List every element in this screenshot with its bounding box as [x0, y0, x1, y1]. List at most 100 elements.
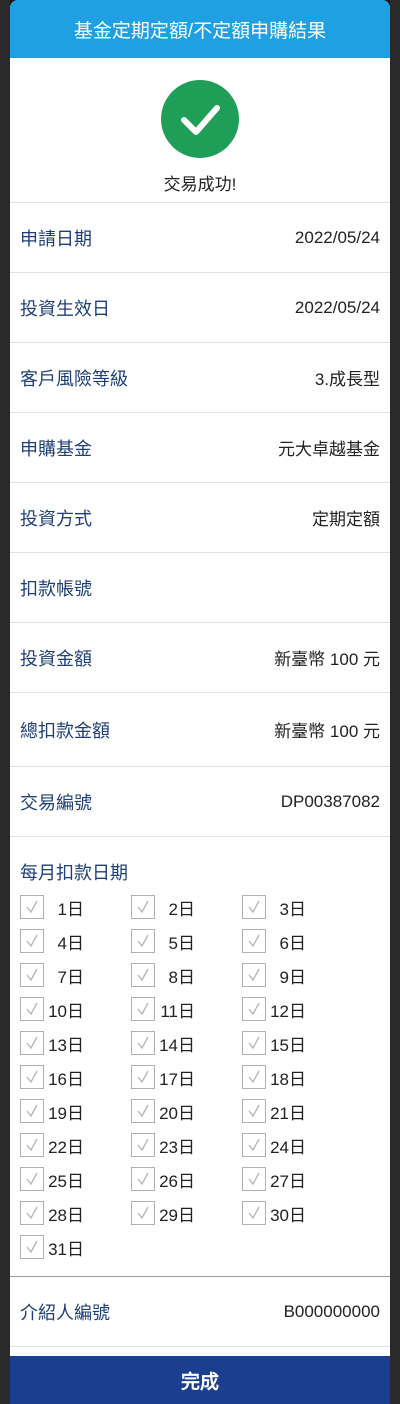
day-label: 22日: [48, 1137, 84, 1157]
detail-value: 2022/05/24: [294, 227, 380, 247]
deduction-days-section: 每月扣款日期 1日 2日 3日 4日 5日 6日 7日 8日 9日 10日 11日 12日 13日 14日…: [10, 837, 390, 1277]
day-checkbox-item: 22日: [20, 1133, 131, 1157]
day-label: 30日: [270, 1205, 306, 1225]
check-icon: [161, 80, 239, 158]
day-label: 31日: [48, 1239, 84, 1259]
checkbox-check-icon: [242, 1201, 266, 1225]
checkbox-check-icon: [242, 1167, 266, 1191]
detail-label: 申購基金: [20, 438, 92, 459]
day-label: 8日: [168, 967, 195, 987]
checkbox-check-icon: [20, 1235, 44, 1259]
detail-row: 客戶風險等級 3.成長型: [10, 343, 390, 413]
day-checkbox-item: 9日: [242, 963, 353, 987]
day-label: 18日: [270, 1069, 306, 1089]
checkbox-check-icon: [131, 1099, 155, 1123]
day-label: 7日: [57, 967, 84, 987]
detail-value: 新臺幣 100 元: [274, 722, 380, 741]
done-button[interactable]: 完成: [10, 1356, 390, 1404]
detail-row: 交易編號 DP00387082: [10, 767, 390, 837]
detail-value: 2022/05/24: [294, 297, 380, 317]
detail-label: 總扣款金額: [20, 720, 110, 741]
checkbox-check-icon: [131, 1133, 155, 1157]
day-grid: 1日 2日 3日 4日 5日 6日 7日 8日 9日 10日 11日 12日 13日 14日 15日 16日 1…: [20, 895, 380, 1259]
checkbox-check-icon: [20, 1201, 44, 1225]
detail-row: 申請日期 2022/05/24: [10, 203, 390, 273]
referrer-label: 介紹人編號: [20, 1302, 110, 1323]
checkbox-check-icon: [131, 895, 155, 919]
day-label: 1日: [57, 899, 84, 919]
day-label: 5日: [168, 933, 195, 953]
detail-row: 申購基金 元大卓越基金: [10, 413, 390, 483]
detail-label: 投資方式: [20, 508, 92, 529]
day-checkbox-item: 17日: [131, 1065, 242, 1089]
checkbox-check-icon: [131, 929, 155, 953]
backdrop-left: [0, 0, 10, 1404]
day-checkbox-item: 29日: [131, 1201, 242, 1225]
day-label: 21日: [270, 1103, 306, 1123]
day-checkbox-item: 16日: [20, 1065, 131, 1089]
day-checkbox-item: 26日: [131, 1167, 242, 1191]
day-checkbox-item: 1日: [20, 895, 131, 919]
day-checkbox-item: 24日: [242, 1133, 353, 1157]
detail-value: 新臺幣 100 元: [274, 650, 380, 669]
day-checkbox-item: 18日: [242, 1065, 353, 1089]
day-label: 28日: [48, 1205, 84, 1225]
checkbox-check-icon: [242, 1099, 266, 1123]
backdrop-right: [390, 0, 400, 1404]
day-label: 11日: [160, 1001, 195, 1021]
detail-row: 投資生效日 2022/05/24: [10, 273, 390, 343]
details-list: 申請日期 2022/05/24 投資生效日 2022/05/24 客戶風險等級 3.成長型…: [10, 203, 390, 837]
day-checkbox-item: 31日: [20, 1235, 131, 1259]
day-label: 16日: [48, 1069, 84, 1089]
success-block: 交易成功!: [10, 58, 390, 203]
detail-label: 投資生效日: [20, 298, 110, 319]
day-label: 25日: [48, 1171, 84, 1191]
dialog-title: 基金定期定額/不定額申購結果: [73, 20, 327, 42]
detail-value: DP00387082: [280, 791, 380, 811]
day-checkbox-item: 15日: [242, 1031, 353, 1055]
day-checkbox-item: 27日: [242, 1167, 353, 1191]
detail-value: 定期定額: [312, 510, 380, 529]
referrer-row: 介紹人編號 B000000000: [10, 1277, 390, 1347]
day-label: 13日: [48, 1035, 84, 1055]
checkbox-check-icon: [242, 929, 266, 953]
checkbox-check-icon: [242, 1031, 266, 1055]
checkbox-check-icon: [131, 997, 155, 1021]
detail-label: 客戶風險等級: [20, 368, 128, 389]
detail-value: 3.成長型: [314, 370, 380, 389]
day-label: 6日: [279, 933, 306, 953]
checkbox-check-icon: [131, 963, 155, 987]
detail-row: 投資方式 定期定額: [10, 483, 390, 553]
detail-value: 元大卓越基金: [278, 440, 380, 459]
day-checkbox-item: 10日: [20, 997, 131, 1021]
day-label: 27日: [270, 1171, 306, 1191]
day-label: 26日: [159, 1171, 195, 1191]
day-checkbox-item: 30日: [242, 1201, 353, 1225]
detail-row: 扣款帳號: [10, 553, 390, 623]
day-label: 2日: [168, 899, 195, 919]
checkbox-check-icon: [131, 1065, 155, 1089]
checkbox-check-icon: [131, 1031, 155, 1055]
checkbox-check-icon: [131, 1201, 155, 1225]
detail-label: 投資金額: [20, 648, 92, 669]
day-label: 9日: [279, 967, 306, 987]
checkbox-check-icon: [20, 1167, 44, 1191]
day-label: 14日: [159, 1035, 195, 1055]
day-checkbox-item: 13日: [20, 1031, 131, 1055]
day-label: 20日: [159, 1103, 195, 1123]
checkbox-check-icon: [20, 895, 44, 919]
day-label: 29日: [159, 1205, 195, 1225]
day-label: 10日: [48, 1001, 84, 1021]
checkbox-check-icon: [242, 997, 266, 1021]
checkbox-check-icon: [131, 1167, 155, 1191]
checkbox-check-icon: [20, 1065, 44, 1089]
day-label: 4日: [57, 933, 84, 953]
checkbox-check-icon: [242, 1065, 266, 1089]
day-checkbox-item: 23日: [131, 1133, 242, 1157]
day-checkbox-item: 21日: [242, 1099, 353, 1123]
checkbox-check-icon: [20, 929, 44, 953]
day-label: 17日: [159, 1069, 195, 1089]
day-label: 19日: [48, 1103, 84, 1123]
checkbox-check-icon: [242, 895, 266, 919]
day-label: 12日: [270, 1001, 306, 1021]
